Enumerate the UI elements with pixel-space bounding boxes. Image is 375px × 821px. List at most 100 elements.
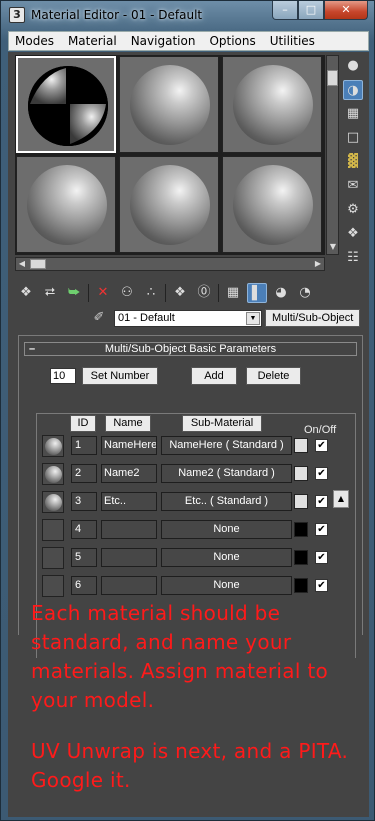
row-sub-material-button[interactable]: NameHere ( Standard ): [161, 436, 292, 455]
assign-to-selection-icon[interactable]: ⮩: [64, 283, 84, 303]
sphere-preview: [27, 165, 107, 245]
slots-horizontal-scrollbar[interactable]: ◀ ▶: [15, 257, 325, 271]
chevron-down-icon[interactable]: ▼: [246, 311, 260, 325]
put-to-scene-icon[interactable]: ⮂: [40, 283, 60, 303]
sample-slot-2[interactable]: [119, 56, 219, 153]
sample-slot-1[interactable]: [16, 56, 116, 153]
backlight-icon[interactable]: ◑: [343, 80, 363, 100]
show-map-in-viewport-icon[interactable]: ▦: [223, 283, 243, 303]
material-type-button[interactable]: Multi/Sub-Object: [265, 309, 361, 327]
row-color-swatch[interactable]: [294, 466, 308, 481]
row-sub-material-button[interactable]: Name2 ( Standard ): [161, 464, 292, 483]
menu-bar: Modes Material Navigation Options Utilit…: [8, 31, 369, 51]
get-material-icon[interactable]: ❖: [16, 283, 36, 303]
row-name-field[interactable]: Etc..: [101, 492, 157, 511]
sample-type-icon[interactable]: ●: [343, 56, 363, 76]
row-on-off-checkbox[interactable]: ✔: [315, 439, 328, 452]
select-by-material-icon[interactable]: ❖: [343, 224, 363, 244]
row-id-field[interactable]: 4: [71, 520, 97, 539]
uv-tiling-icon[interactable]: □: [343, 128, 363, 148]
material-preview-swatch[interactable]: [42, 547, 64, 569]
copy-material-icon[interactable]: ⚇: [117, 283, 137, 303]
row-sub-material-button[interactable]: Etc.. ( Standard ): [161, 492, 292, 511]
row-on-off-checkbox[interactable]: ✔: [315, 467, 328, 480]
collapse-icon[interactable]: –: [29, 343, 35, 355]
material-preview-swatch[interactable]: [42, 435, 64, 457]
id-column-header[interactable]: ID: [70, 415, 96, 432]
name-column-header[interactable]: Name: [105, 415, 151, 432]
add-button[interactable]: Add: [191, 367, 237, 385]
material-preview-swatch[interactable]: [42, 491, 64, 513]
list-scroll-up-icon[interactable]: ▲: [333, 490, 349, 508]
row-color-swatch[interactable]: [294, 578, 308, 593]
delete-button[interactable]: Delete: [246, 367, 301, 385]
material-preview-swatch[interactable]: [42, 519, 64, 541]
sample-slot-6[interactable]: [222, 156, 322, 253]
row-name-field[interactable]: NameHere: [101, 436, 157, 455]
sample-slot-3[interactable]: [222, 56, 322, 153]
row-color-swatch[interactable]: [294, 522, 308, 537]
material-id-channel-icon[interactable]: ⓪: [194, 283, 214, 303]
scroll-right-icon[interactable]: ▶: [312, 259, 324, 268]
row-id-field[interactable]: 5: [71, 548, 97, 567]
set-number-button[interactable]: Set Number: [82, 367, 158, 385]
background-icon[interactable]: ▦: [343, 104, 363, 124]
put-to-library-icon[interactable]: ❖: [170, 283, 190, 303]
row-id-field[interactable]: 3: [71, 492, 97, 511]
make-preview-icon[interactable]: ✉: [343, 176, 363, 196]
row-name-field[interactable]: [101, 548, 157, 567]
go-forward-icon[interactable]: ◔: [295, 283, 315, 303]
sub-material-column-header[interactable]: Sub-Material: [182, 415, 262, 432]
minimize-button[interactable]: –: [272, 1, 298, 20]
row-on-off-checkbox[interactable]: ✔: [315, 495, 328, 508]
row-color-swatch[interactable]: [294, 494, 308, 509]
row-name-field[interactable]: [101, 576, 157, 595]
rollout-header[interactable]: – Multi/Sub-Object Basic Parameters: [24, 342, 357, 356]
go-to-parent-icon[interactable]: ◕: [271, 283, 291, 303]
maximize-button[interactable]: □: [298, 1, 324, 20]
material-map-navigator-icon[interactable]: ☷: [343, 248, 363, 268]
material-name-row: ✐ 01 - Default ▼ Multi/Sub-Object: [88, 309, 361, 327]
close-button[interactable]: ✕: [324, 1, 368, 20]
toolbar-separator: [88, 284, 89, 302]
row-on-off-checkbox[interactable]: ✔: [315, 551, 328, 564]
menu-options[interactable]: Options: [209, 34, 255, 48]
row-id-field[interactable]: 2: [71, 464, 97, 483]
row-id-field[interactable]: 1: [71, 436, 97, 455]
eyedropper-icon[interactable]: ✐: [88, 309, 110, 327]
row-sub-material-button[interactable]: None: [161, 520, 292, 539]
show-end-result-icon[interactable]: ▌: [247, 283, 267, 303]
material-name-field[interactable]: 01 - Default ▼: [114, 309, 262, 327]
row-name-field[interactable]: Name2: [101, 464, 157, 483]
menu-utilities[interactable]: Utilities: [270, 34, 315, 48]
bottom-toolbar: ❖ ⮂ ⮩ ✕ ⚇ ∴ ❖ ⓪ ▦ ▌ ◕ ◔: [16, 282, 319, 304]
scroll-thumb[interactable]: [30, 259, 46, 269]
row-sub-material-button[interactable]: None: [161, 576, 292, 595]
row-color-swatch[interactable]: [294, 438, 308, 453]
row-on-off-checkbox[interactable]: ✔: [315, 523, 328, 536]
sample-slot-4[interactable]: [16, 156, 116, 253]
make-unique-icon[interactable]: ∴: [141, 283, 161, 303]
scroll-left-icon[interactable]: ◀: [16, 259, 28, 268]
row-id-field[interactable]: 6: [71, 576, 97, 595]
scroll-thumb[interactable]: [327, 70, 338, 86]
video-color-check-icon[interactable]: ▓: [343, 152, 363, 172]
row-color-swatch[interactable]: [294, 550, 308, 565]
options-icon[interactable]: ⚙: [343, 200, 363, 220]
sphere-icon: [45, 494, 62, 511]
scroll-down-icon[interactable]: ▼: [327, 242, 339, 251]
material-count-field[interactable]: 10: [50, 368, 76, 384]
material-preview-swatch[interactable]: [42, 575, 64, 597]
menu-material[interactable]: Material: [68, 34, 117, 48]
row-name-field[interactable]: [101, 520, 157, 539]
menu-modes[interactable]: Modes: [15, 34, 54, 48]
slots-vertical-scrollbar[interactable]: ▼: [326, 55, 339, 255]
app-icon[interactable]: 3: [9, 7, 25, 23]
menu-navigation[interactable]: Navigation: [131, 34, 196, 48]
title-bar[interactable]: 3 Material Editor - 01 - Default – □ ✕: [1, 1, 374, 29]
sample-slot-5[interactable]: [119, 156, 219, 253]
reset-map-icon[interactable]: ✕: [93, 283, 113, 303]
material-preview-swatch[interactable]: [42, 463, 64, 485]
row-on-off-checkbox[interactable]: ✔: [315, 579, 328, 592]
row-sub-material-button[interactable]: None: [161, 548, 292, 567]
